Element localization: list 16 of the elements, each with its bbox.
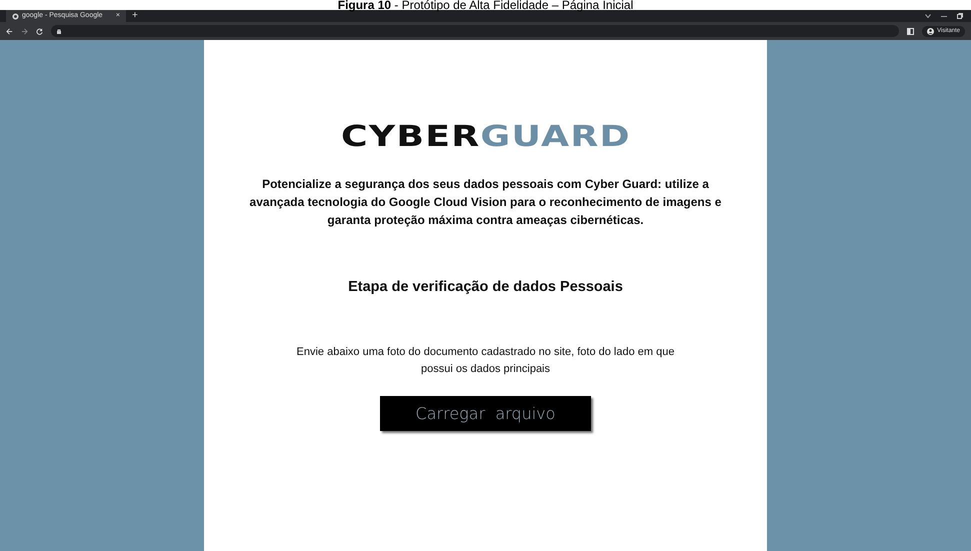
restore-icon[interactable] xyxy=(957,13,963,19)
upload-button[interactable]: Carregar arquivo xyxy=(380,396,591,432)
section-heading: Etapa de verificação de dados Pessoais xyxy=(348,279,623,296)
forward-icon[interactable] xyxy=(21,28,28,34)
back-icon[interactable] xyxy=(6,28,13,34)
logo: CYBERGUARD xyxy=(340,122,630,151)
instruction-text: Envie abaixo uma foto do documento cadastrado no site, foto do lado em que possui os dados principais xyxy=(296,345,676,378)
chevron-icon[interactable] xyxy=(925,14,931,18)
reload-icon[interactable] xyxy=(36,28,43,34)
intro-text: Potencialize a segurança dos seus dados pessoais com Cyber Guard: utilize a avançada tecnologia do Google Cloud Vision para o reconhecimento de imagens e garanta proteção máxima contra ameaças cibernéticas. xyxy=(248,176,722,229)
figure-caption: Figura 10 - Protótipo de Alta Fidelidade – Página Inicial xyxy=(336,0,634,10)
sidebar-icon[interactable] xyxy=(907,28,914,34)
lock-icon xyxy=(57,28,61,34)
new-tab-button[interactable]: + xyxy=(126,10,144,22)
avatar-icon xyxy=(927,28,934,34)
globe-icon xyxy=(12,12,19,20)
